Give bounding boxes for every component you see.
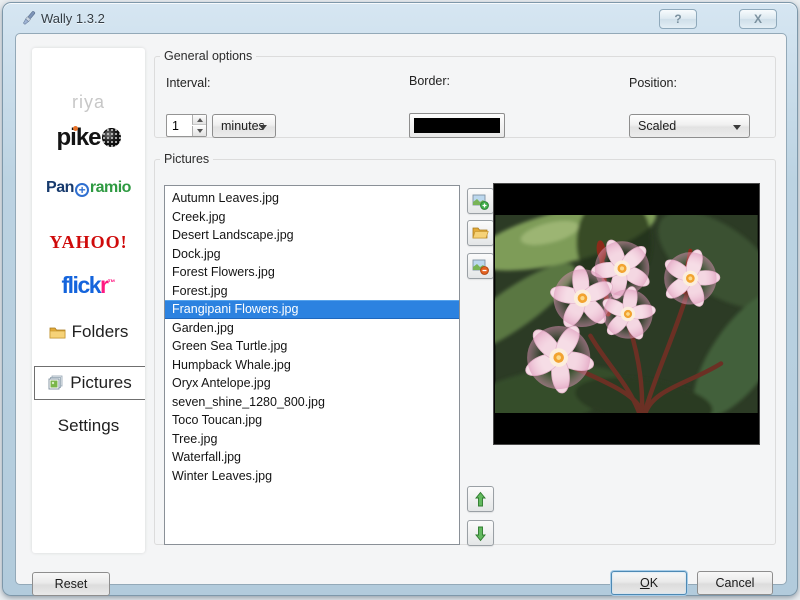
border-label: Border: (409, 74, 450, 88)
ok-button[interactable]: OK (611, 571, 687, 595)
list-item[interactable]: Forest Flowers.jpg (165, 263, 459, 282)
position-label: Position: (629, 76, 677, 90)
interval-input[interactable] (167, 115, 192, 136)
add-image-button[interactable] (467, 188, 494, 214)
list-item[interactable]: Forest.jpg (165, 282, 459, 301)
dialog-body: riya pike Pan + ramio YAHOO! flickr™ Folde… (15, 33, 787, 596)
pictures-icon (48, 375, 63, 390)
position-value: Scaled (638, 119, 677, 133)
pictures-list[interactable]: Autumn Leaves.jpg Creek.jpg Desert Landsca… (164, 185, 460, 545)
pikeo-ball-icon (101, 128, 121, 147)
arrow-down-icon (475, 526, 486, 542)
pikeo-logo: pike (56, 124, 121, 152)
sidebar-item-pikeo[interactable]: pike (32, 124, 145, 152)
list-item[interactable]: Humpback Whale.jpg (165, 356, 459, 375)
list-item[interactable]: Autumn Leaves.jpg (165, 189, 459, 208)
preview-image (494, 184, 759, 444)
interval-label: Interval: (166, 76, 211, 90)
list-item[interactable]: Oryx Antelope.jpg (165, 374, 459, 393)
cancel-button[interactable]: Cancel (697, 571, 773, 595)
sidebar-item-flickr[interactable]: flickr™ (32, 272, 145, 299)
help-button[interactable]: ? (659, 9, 697, 29)
sidebar-item-yahoo[interactable]: YAHOO! (32, 232, 145, 253)
position-select[interactable]: Scaled (629, 114, 750, 138)
arrow-up-icon (475, 491, 486, 507)
settings-label: Settings (57, 416, 120, 435)
panoramio-logo: Pan + ramio (46, 179, 131, 197)
ok-mnemonic: O (639, 576, 650, 590)
yahoo-logo: YAHOO! (49, 232, 128, 252)
folder-open-icon (472, 227, 489, 239)
add-image-icon (472, 194, 489, 210)
triangle-down-icon (196, 129, 203, 133)
chevron-down-icon (733, 125, 741, 130)
border-color-swatch (414, 118, 500, 133)
remove-image-button[interactable] (467, 253, 494, 279)
chevron-down-icon (259, 125, 267, 130)
spin-down-button[interactable] (192, 126, 206, 136)
list-item[interactable]: Toco Toucan.jpg (165, 411, 459, 430)
frangipani-photo (495, 215, 758, 413)
border-color-button[interactable] (409, 113, 505, 138)
panoramio-plus-icon: + (74, 183, 89, 197)
general-options-group-label: General options (160, 49, 257, 63)
pictures-group-label: Pictures (160, 152, 214, 166)
flickr-logo: flickr™ (61, 272, 116, 298)
sidebar: riya pike Pan + ramio YAHOO! flickr™ Folde… (32, 48, 145, 553)
add-folder-button[interactable] (467, 220, 494, 246)
pictures-label: Pictures (70, 373, 132, 392)
remove-image-icon (472, 259, 489, 275)
list-item[interactable]: Garden.jpg (165, 319, 459, 338)
list-item[interactable]: Waterfall.jpg (165, 448, 459, 467)
interval-spinbox[interactable] (166, 114, 207, 137)
sidebar-item-riya[interactable]: riya (32, 92, 145, 113)
sidebar-item-folders[interactable]: Folders (32, 322, 145, 342)
window-frame: Wally 1.3.2 ? X riya pike Pan + ramio YAHO… (2, 2, 798, 596)
list-item[interactable]: Green Sea Turtle.jpg (165, 337, 459, 356)
list-item[interactable]: Dock.jpg (165, 245, 459, 264)
riya-logo: riya (71, 92, 105, 112)
sidebar-item-panoramio[interactable]: Pan + ramio (32, 179, 145, 197)
list-item[interactable]: Creek.jpg (165, 208, 459, 227)
ok-rest: K (649, 576, 659, 590)
title-bar[interactable]: Wally 1.3.2 ? X (3, 3, 797, 33)
close-button[interactable]: X (739, 9, 777, 29)
sidebar-item-pictures[interactable]: Pictures (34, 366, 145, 400)
paintbrush-icon (23, 11, 36, 25)
folder-icon (49, 327, 66, 339)
list-item[interactable]: seven_shine_1280_800.jpg (165, 393, 459, 412)
list-item[interactable]: Frangipani Flowers.jpg (165, 300, 459, 319)
triangle-up-icon (196, 118, 203, 122)
list-item[interactable]: Desert Landscape.jpg (165, 226, 459, 245)
list-item[interactable]: Winter Leaves.jpg (165, 467, 459, 486)
reset-button[interactable]: Reset (32, 572, 110, 596)
interval-unit-select[interactable]: minutes (212, 114, 276, 138)
move-up-button[interactable] (467, 486, 494, 512)
sidebar-item-settings[interactable]: Settings (32, 416, 145, 436)
move-down-button[interactable] (467, 520, 494, 546)
folders-label: Folders (71, 322, 129, 341)
window-title: Wally 1.3.2 (41, 11, 105, 26)
list-item[interactable]: Tree.jpg (165, 430, 459, 449)
spin-up-button[interactable] (192, 115, 206, 125)
